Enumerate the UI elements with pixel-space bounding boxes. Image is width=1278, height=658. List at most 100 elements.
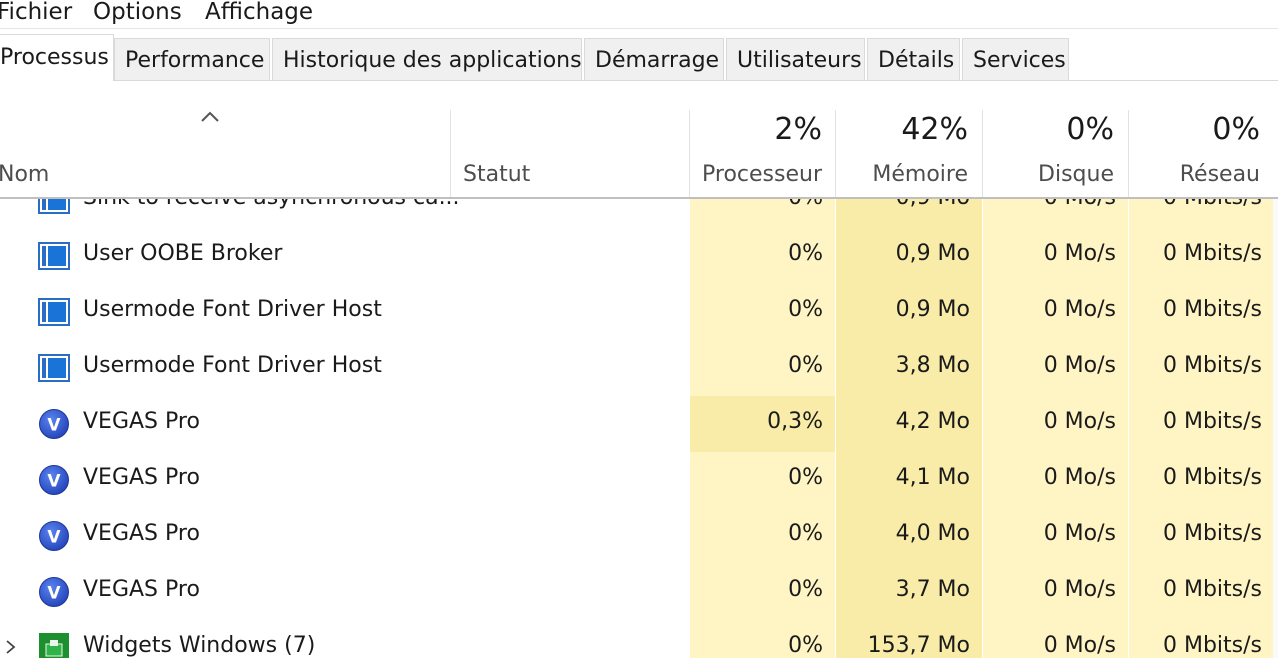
network-value: 0 Mbits/s xyxy=(1162,353,1262,378)
process-name: Usermode Font Driver Host xyxy=(83,353,382,378)
tab-demarrage[interactable]: Démarrage xyxy=(584,38,724,80)
vegas-pro-icon: V xyxy=(39,465,69,495)
header-bottom-border xyxy=(0,197,1278,199)
process-name: VEGAS Pro xyxy=(83,465,200,490)
processor-value: 0% xyxy=(788,633,823,658)
memory-value: 3,8 Mo xyxy=(895,353,970,378)
window-app-icon xyxy=(38,298,70,326)
process-name: VEGAS Pro xyxy=(83,577,200,602)
task-manager-window: Fichier Options Affichage Processus Perf… xyxy=(0,0,1278,658)
process-name: User OOBE Broker xyxy=(83,241,283,266)
chevron-right-icon[interactable] xyxy=(4,637,18,657)
process-name: VEGAS Pro xyxy=(83,521,200,546)
window-app-icon xyxy=(38,354,70,382)
widgets-icon xyxy=(39,633,69,658)
processor-value: 0% xyxy=(788,577,823,602)
vertical-scrollbar[interactable] xyxy=(1273,199,1278,658)
column-divider[interactable] xyxy=(450,110,451,198)
network-value: 0 Mbits/s xyxy=(1129,199,1262,212)
processor-value: 0% xyxy=(788,465,823,490)
processor-value: 0% xyxy=(690,199,823,212)
svg-text:V: V xyxy=(47,472,61,492)
network-value: 0 Mbits/s xyxy=(1162,409,1262,434)
tab-services[interactable]: Services xyxy=(962,38,1069,80)
tab-historique-des-applications[interactable]: Historique des applications xyxy=(272,38,582,80)
menu-bar: Fichier Options Affichage xyxy=(0,0,1278,28)
process-name: Widgets Windows (7) xyxy=(83,633,316,658)
network-total-percent[interactable]: 0% xyxy=(1130,112,1260,147)
memory-value: 4,2 Mo xyxy=(895,409,970,434)
processor-value: 0% xyxy=(788,353,823,378)
memory-value: 3,7 Mo xyxy=(895,577,970,602)
table-row[interactable]: V VEGAS Pro 0% 4,1 Mo 0 Mo/s 0 Mbits/s xyxy=(0,452,1278,508)
disk-value: 0 Mo/s xyxy=(1043,577,1116,602)
svg-text:V: V xyxy=(47,584,61,604)
tab-details[interactable]: Détails xyxy=(867,38,960,80)
network-value: 0 Mbits/s xyxy=(1162,241,1262,266)
menu-options[interactable]: Options xyxy=(93,0,182,28)
memory-value: 4,0 Mo xyxy=(895,521,970,546)
memory-value: 0,9 Mo xyxy=(836,199,970,212)
process-list: Sink to receive asynchronous ca... 0% 0,… xyxy=(0,199,1278,658)
tab-performance[interactable]: Performance xyxy=(114,38,270,80)
table-row[interactable]: V VEGAS Pro 0,3% 4,2 Mo 0 Mo/s 0 Mbits/s xyxy=(0,396,1278,452)
menu-divider xyxy=(0,28,1278,29)
process-name: Sink to receive asynchronous ca... xyxy=(83,199,460,212)
memory-value: 0,9 Mo xyxy=(895,241,970,266)
window-app-icon xyxy=(38,242,70,270)
disk-value: 0 Mo/s xyxy=(1043,241,1116,266)
disk-value: 0 Mo/s xyxy=(1043,633,1116,658)
column-header-processeur[interactable]: Processeur xyxy=(692,162,822,187)
table-row[interactable]: Usermode Font Driver Host 0% 3,8 Mo 0 Mo… xyxy=(0,340,1278,396)
svg-text:V: V xyxy=(47,416,61,436)
column-divider[interactable] xyxy=(835,110,836,198)
vegas-pro-icon: V xyxy=(39,521,69,551)
table-row[interactable]: Usermode Font Driver Host 0% 0,9 Mo 0 Mo… xyxy=(0,284,1278,340)
column-divider[interactable] xyxy=(1128,110,1129,198)
column-header-disque[interactable]: Disque xyxy=(984,162,1114,187)
memory-value: 153,7 Mo xyxy=(867,633,970,658)
network-value: 0 Mbits/s xyxy=(1162,577,1262,602)
memory-value: 4,1 Mo xyxy=(895,465,970,490)
network-value: 0 Mbits/s xyxy=(1162,521,1262,546)
process-name: Usermode Font Driver Host xyxy=(83,297,382,322)
disk-value: 0 Mo/s xyxy=(1043,521,1116,546)
memory-value: 0,9 Mo xyxy=(895,297,970,322)
network-value: 0 Mbits/s xyxy=(1162,633,1262,658)
window-app-icon xyxy=(38,199,70,214)
column-divider[interactable] xyxy=(982,110,983,198)
column-header-reseau[interactable]: Réseau xyxy=(1130,162,1260,187)
menu-affichage[interactable]: Affichage xyxy=(205,0,313,28)
processor-value: 0% xyxy=(788,241,823,266)
processor-value: 0% xyxy=(788,297,823,322)
disk-total-percent[interactable]: 0% xyxy=(984,112,1114,147)
column-divider[interactable] xyxy=(689,110,690,198)
processor-value: 0% xyxy=(788,521,823,546)
table-row[interactable]: User OOBE Broker 0% 0,9 Mo 0 Mo/s 0 Mbit… xyxy=(0,228,1278,284)
processor-value: 0,3% xyxy=(767,409,823,434)
column-header-statut[interactable]: Statut xyxy=(463,162,530,187)
table-row[interactable]: Sink to receive asynchronous ca... 0% 0,… xyxy=(0,199,1278,228)
disk-value: 0 Mo/s xyxy=(1043,297,1116,322)
table-row[interactable]: V VEGAS Pro 0% 3,7 Mo 0 Mo/s 0 Mbits/s xyxy=(0,564,1278,620)
table-row-group[interactable]: Widgets Windows (7) 0% 153,7 Mo 0 Mo/s 0… xyxy=(0,620,1278,658)
column-header-memoire[interactable]: Mémoire xyxy=(838,162,968,187)
disk-value: 0 Mo/s xyxy=(1043,465,1116,490)
memory-total-percent[interactable]: 42% xyxy=(838,112,968,147)
process-name: VEGAS Pro xyxy=(83,409,200,434)
vegas-pro-icon: V xyxy=(39,577,69,607)
disk-value: 0 Mo/s xyxy=(1043,409,1116,434)
processor-total-percent[interactable]: 2% xyxy=(692,112,822,147)
menu-fichier[interactable]: Fichier xyxy=(0,0,72,28)
network-value: 0 Mbits/s xyxy=(1162,465,1262,490)
disk-value: 0 Mo/s xyxy=(983,199,1116,212)
svg-text:V: V xyxy=(47,528,61,548)
disk-value: 0 Mo/s xyxy=(1043,353,1116,378)
tab-utilisateurs[interactable]: Utilisateurs xyxy=(726,38,865,80)
table-row[interactable]: V VEGAS Pro 0% 4,0 Mo 0 Mo/s 0 Mbits/s xyxy=(0,508,1278,564)
vegas-pro-icon: V xyxy=(39,409,69,439)
network-value: 0 Mbits/s xyxy=(1162,297,1262,322)
tab-processus[interactable]: Processus xyxy=(0,34,114,81)
sort-ascending-icon[interactable] xyxy=(199,108,221,124)
column-header-nom[interactable]: Nom xyxy=(0,162,49,187)
